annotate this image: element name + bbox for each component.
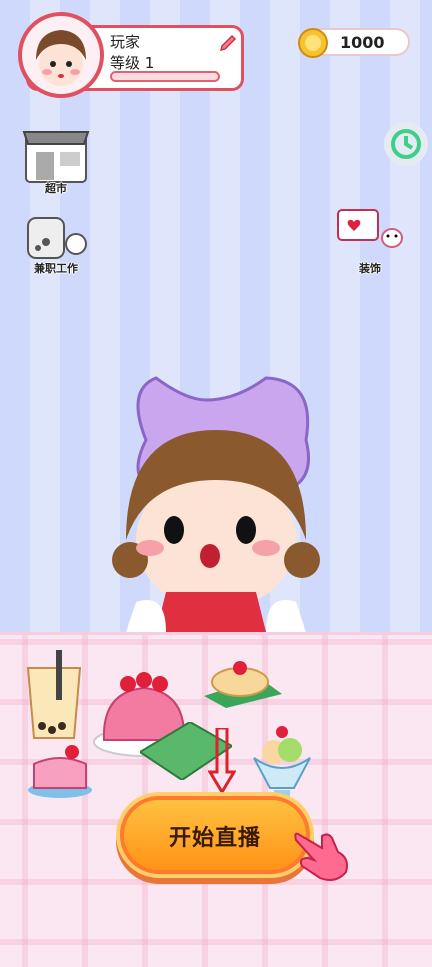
coin-icon	[298, 28, 328, 58]
decoration-button[interactable]: 装饰	[330, 200, 403, 280]
decoration-icon	[337, 209, 403, 248]
player-avatar[interactable]	[18, 12, 104, 98]
start-live-label: 开始直播	[168, 826, 261, 851]
avatar-face-icon	[36, 30, 86, 86]
supermarket-button[interactable]: 超市	[20, 118, 92, 198]
strawberry-cake-icon	[28, 745, 92, 798]
tutorial-down-arrow-icon	[208, 728, 236, 794]
game-center-button[interactable]	[384, 122, 428, 166]
part-time-job-icon	[27, 217, 87, 259]
game-center-icon	[391, 129, 421, 159]
roll-cake-icon	[204, 661, 282, 708]
player-name: 玩家	[110, 33, 141, 51]
pointing-hand-icon	[294, 832, 348, 881]
start-live-button[interactable]: 开始直播	[120, 796, 310, 874]
part-time-job-button[interactable]: 兼职工作	[20, 200, 92, 280]
edit-pencil-icon[interactable]	[218, 30, 240, 52]
part-time-job-label: 兼职工作	[34, 262, 78, 275]
bubble-tea-icon	[26, 650, 82, 739]
player-character[interactable]	[106, 370, 332, 632]
supermarket-label: 超市	[45, 182, 67, 195]
ice-cream-sundae-icon	[253, 726, 311, 798]
decoration-label: 装饰	[359, 262, 381, 275]
player-level: 等级 1	[110, 54, 155, 72]
experience-bar	[110, 71, 220, 82]
coin-amount: 1000	[340, 33, 385, 52]
supermarket-icon	[22, 131, 90, 183]
